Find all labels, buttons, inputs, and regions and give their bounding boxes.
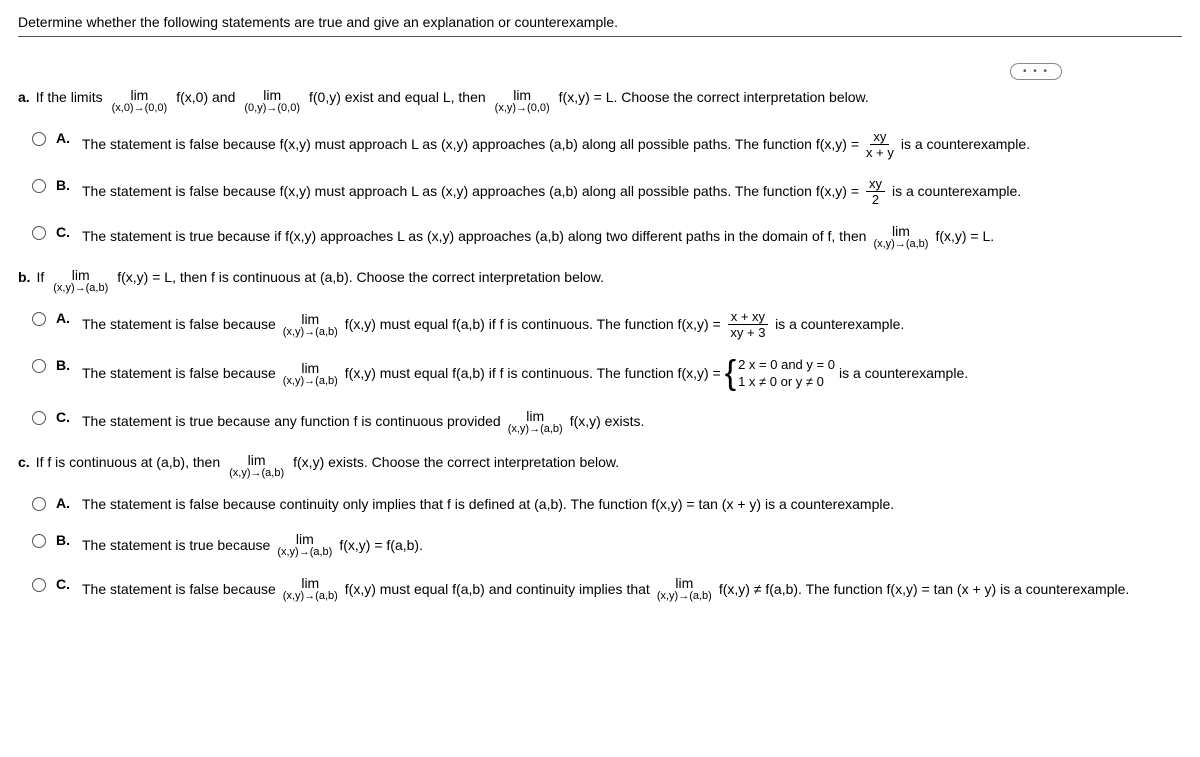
limit-expr: lim (x,y)→(a,b) (283, 576, 338, 602)
limit-expr: lim (x,y)→(a,b) (657, 576, 712, 602)
part-c-text-1: If f is continuous at (a,b), then (36, 453, 220, 473)
choice-text: The statement is false because continuit… (82, 495, 894, 515)
radio-b-A[interactable] (32, 312, 46, 326)
part-a-text-2: f(x,0) and (176, 88, 235, 108)
radio-c-A[interactable] (32, 497, 46, 511)
choice-a-A: A. The statement is false because f(x,y)… (32, 130, 1182, 159)
choice-c-A: A. The statement is false because contin… (32, 495, 1182, 515)
part-b-text-1: If (36, 268, 44, 288)
choice-c-B: B. The statement is true because lim (x,… (32, 532, 1182, 558)
choice-text: is a counterexample. (892, 182, 1021, 202)
choice-text: is a counterexample. (901, 135, 1030, 155)
choice-text: f(x,y) must equal f(a,b) and continuity … (345, 580, 650, 600)
limit-expr: lim (x,y)→(a,b) (283, 312, 338, 338)
radio-a-C[interactable] (32, 226, 46, 240)
divider (18, 36, 1182, 37)
part-c-label: c. (18, 453, 30, 473)
choice-text: f(x,y) exists. (570, 412, 645, 432)
choice-label: A. (56, 130, 72, 146)
limit-expr: lim (x,y)→(a,b) (277, 532, 332, 558)
choice-text: is a counterexample. (839, 364, 968, 384)
choice-a-B: B. The statement is false because f(x,y)… (32, 177, 1182, 206)
fraction: xy x + y (866, 130, 894, 159)
choice-text: The statement is false because f(x,y) mu… (82, 135, 859, 155)
part-b: b. If lim (x,y)→(a,b) f(x,y) = L, then f… (18, 268, 1182, 435)
choice-label: C. (56, 576, 72, 592)
choice-text: f(x,y) = f(a,b). (339, 536, 423, 556)
choice-text: is a counterexample. (775, 315, 904, 335)
choice-label: A. (56, 310, 72, 326)
fraction: xy 2 (866, 177, 885, 206)
choice-text: The statement is false because (82, 315, 276, 335)
radio-c-B[interactable] (32, 534, 46, 548)
radio-a-A[interactable] (32, 132, 46, 146)
radio-b-B[interactable] (32, 359, 46, 373)
limit-expr: lim (x,y)→(0,0) (495, 88, 550, 114)
choice-b-A: A. The statement is false because lim (x… (32, 310, 1182, 339)
choice-label: C. (56, 224, 72, 240)
choice-a-C: C. The statement is true because if f(x,… (32, 224, 1182, 250)
choice-text: The statement is true because if f(x,y) … (82, 227, 866, 247)
fraction: x + xy xy + 3 (728, 310, 768, 339)
choice-label: C. (56, 409, 72, 425)
limit-expr: lim (x,y)→(a,b) (53, 268, 108, 294)
choice-text: f(x,y) ≠ f(a,b). The function f(x,y) = t… (719, 580, 1129, 600)
choice-text: The statement is true because (82, 536, 270, 556)
choice-b-B: B. The statement is false because lim (x… (32, 357, 1182, 391)
ellipsis-icon: • • • (1010, 63, 1062, 80)
limit-expr: lim (x,y)→(a,b) (229, 453, 284, 479)
choice-c-C: C. The statement is false because lim (x… (32, 576, 1182, 602)
part-a: a. If the limits lim (x,0)→(0,0) f(x,0) … (18, 88, 1182, 250)
part-b-label: b. (18, 268, 30, 288)
part-b-text-2: f(x,y) = L, then f is continuous at (a,b… (117, 268, 604, 288)
part-a-text-3: f(0,y) exist and equal L, then (309, 88, 486, 108)
piecewise: { 2 x = 0 and y = 0 1 x ≠ 0 or y ≠ 0 (725, 357, 835, 391)
choice-label: B. (56, 532, 72, 548)
choice-label: B. (56, 177, 72, 193)
choice-b-C: C. The statement is true because any fun… (32, 409, 1182, 435)
part-a-text-4: f(x,y) = L. Choose the correct interpret… (559, 88, 869, 108)
choice-text: The statement is false because f(x,y) mu… (82, 182, 859, 202)
radio-c-C[interactable] (32, 578, 46, 592)
more-menu[interactable]: • • • (18, 63, 1182, 80)
limit-expr: lim (x,y)→(a,b) (873, 224, 928, 250)
radio-b-C[interactable] (32, 411, 46, 425)
choice-text: f(x,y) must equal f(a,b) if f is continu… (345, 364, 721, 384)
limit-expr: lim (x,y)→(a,b) (508, 409, 563, 435)
choice-text: f(x,y) = L. (935, 227, 994, 247)
choice-label: B. (56, 357, 72, 373)
choice-label: A. (56, 495, 72, 511)
limit-expr: lim (x,0)→(0,0) (112, 88, 168, 114)
limit-expr: lim (0,y)→(0,0) (244, 88, 300, 114)
part-c: c. If f is continuous at (a,b), then lim… (18, 453, 1182, 603)
choice-text: The statement is true because any functi… (82, 412, 501, 432)
choice-text: The statement is false because (82, 364, 276, 384)
limit-expr: lim (x,y)→(a,b) (283, 361, 338, 387)
page-title: Determine whether the following statemen… (18, 14, 1182, 30)
choice-text: The statement is false because (82, 580, 276, 600)
part-a-label: a. (18, 88, 30, 108)
part-a-text-1: If the limits (36, 88, 103, 108)
part-c-text-2: f(x,y) exists. Choose the correct interp… (293, 453, 619, 473)
radio-a-B[interactable] (32, 179, 46, 193)
choice-text: f(x,y) must equal f(a,b) if f is continu… (345, 315, 721, 335)
